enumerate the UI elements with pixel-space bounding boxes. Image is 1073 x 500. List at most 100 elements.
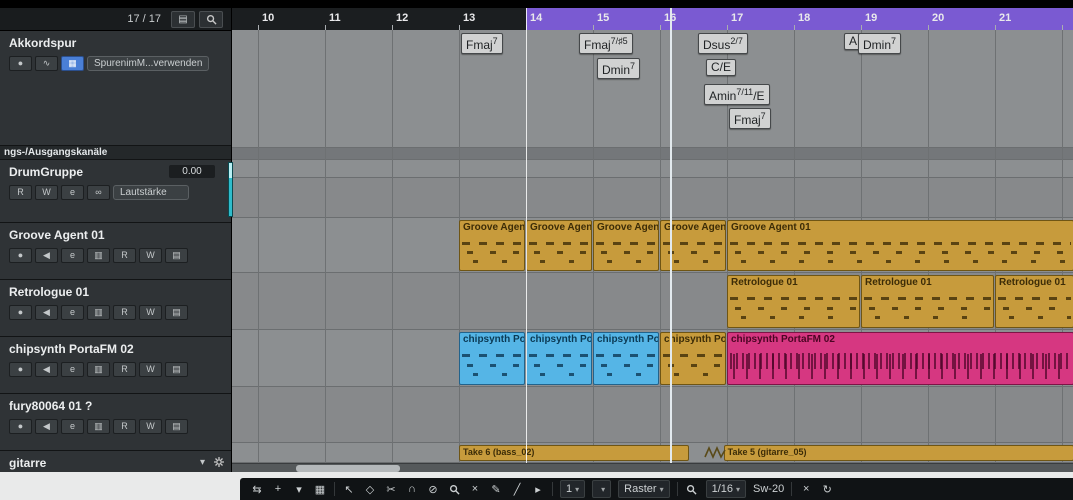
track-gitarre[interactable]: gitarre ▾ [0, 451, 231, 472]
track-groove-agent-01[interactable]: Groove Agent 01●◀e▥RW▤ [0, 223, 231, 280]
chord-event[interactable]: Fmaj7 [461, 33, 503, 54]
mute-tool[interactable]: × [468, 481, 482, 497]
clip-chipsynth[interactable]: chipsynth PortaFM 02 [727, 332, 1073, 385]
instrument-icon[interactable]: ▤ [165, 362, 188, 377]
timeline-ruler[interactable]: 101112131415161718192021 [232, 8, 1073, 31]
clip-groove-agent[interactable]: Groove Agen [593, 220, 659, 271]
auto-scroll-icon[interactable]: ⇆ [250, 481, 264, 497]
clip-retrologue[interactable]: Retrologue 01 [861, 275, 994, 328]
clip-retrologue[interactable]: Retrologue 01 [995, 275, 1073, 328]
monitor-button[interactable]: ◀ [35, 248, 58, 263]
zoom-tool[interactable] [447, 481, 461, 497]
gear-icon[interactable] [213, 456, 225, 468]
track-search-button[interactable] [199, 11, 223, 28]
group-x-button[interactable]: ∞ [87, 185, 110, 200]
io-divider-lane[interactable] [232, 148, 1073, 160]
clip-chipsynth[interactable]: chipsynth Po [593, 332, 659, 385]
meter-icon[interactable]: ▥ [87, 362, 110, 377]
chord-event[interactable]: Fmaj7/♯5 [579, 33, 633, 54]
instrument-icon[interactable]: ▤ [165, 305, 188, 320]
caret-icon[interactable]: ▾ [292, 481, 306, 497]
chord-event[interactable]: Fmaj7 [729, 108, 771, 129]
drumgruppe-lane[interactable] [232, 178, 1073, 218]
io-channels-divider[interactable]: ngs-/Ausgangskanäle [0, 146, 231, 160]
refresh-icon[interactable]: ↻ [820, 481, 834, 497]
clip-chipsynth[interactable]: chipsynth Po [459, 332, 525, 385]
chord-pads-icon[interactable]: ▦ [61, 56, 84, 71]
group-lane-top[interactable] [232, 160, 1073, 178]
clip-groove-agent[interactable]: Groove Agen [526, 220, 592, 271]
erase-tool[interactable]: ⊘ [426, 481, 440, 497]
clip-groove-agent[interactable]: Groove Agent 01 [727, 220, 1073, 271]
edit-channel-button[interactable]: e [61, 248, 84, 263]
clip-retrologue[interactable]: Retrologue 01 [727, 275, 860, 328]
monitor-button[interactable]: ◀ [35, 419, 58, 434]
track-retrologue-01[interactable]: Retrologue 01●◀e▥RW▤ [0, 280, 231, 337]
snap-type-menu[interactable]: ▾ [592, 480, 611, 498]
quantize-menu[interactable]: 1/16▾ [706, 480, 746, 498]
crosshair-icon[interactable]: + [271, 481, 285, 497]
chord-track-lane[interactable] [232, 30, 1073, 148]
volume-value[interactable]: 0.00 [169, 165, 215, 178]
scrollbar-thumb[interactable] [296, 465, 400, 472]
monitor-button[interactable]: ◀ [35, 362, 58, 377]
group-e-button[interactable]: e [61, 185, 84, 200]
instrument-icon[interactable]: ▤ [165, 248, 188, 263]
record-enable-button[interactable]: ● [9, 419, 32, 434]
read-automation-button[interactable]: R [113, 419, 136, 434]
write-automation-button[interactable]: W [139, 362, 162, 377]
chord-event[interactable]: Dsus2/7 [698, 33, 748, 54]
track-fury80064-01-[interactable]: fury80064 01 ?●◀e▥RW▤ [0, 394, 231, 451]
meter-icon[interactable]: ▥ [87, 419, 110, 434]
onscreen-keyboard-icon[interactable]: ▦ [313, 481, 327, 497]
group-w-button[interactable]: W [35, 185, 58, 200]
range-selection-tool[interactable]: ◇ [363, 481, 377, 497]
curve-icon[interactable]: ∿ [35, 56, 58, 71]
cycle-start-locator[interactable] [526, 8, 527, 463]
clip-gitarre[interactable]: Take 5 (gitarre_05) [724, 445, 1073, 461]
chord-event[interactable]: Dmin7 [858, 33, 901, 54]
close-icon[interactable]: × [799, 481, 813, 497]
clip-groove-agent[interactable]: Groove Agen [459, 220, 525, 271]
read-automation-button[interactable]: R [113, 362, 136, 377]
write-automation-button[interactable]: W [139, 248, 162, 263]
record-enable-button[interactable]: ● [9, 248, 32, 263]
use-monitored-tracks-button[interactable]: SpurenimM...verwenden [87, 56, 209, 71]
split-tool[interactable]: ✂ [384, 481, 398, 497]
record-enable-button[interactable]: ● [9, 305, 32, 320]
meter-icon[interactable]: ▥ [87, 248, 110, 263]
track-akkordspur[interactable]: Akkordspur ● ∿ ▦ SpurenimM...verwenden [0, 31, 231, 146]
clip-gitarre[interactable]: Take 6 (bass_02) [459, 445, 689, 461]
edit-channel-button[interactable]: e [61, 305, 84, 320]
edit-channel-button[interactable]: e [61, 362, 84, 377]
playhead[interactable] [670, 8, 672, 463]
play-tool[interactable]: ▸ [531, 481, 545, 497]
monitor-button[interactable]: ◀ [35, 305, 58, 320]
track-drumgruppe[interactable]: DrumGruppe 0.00 RWe∞Lautstärke [0, 160, 231, 223]
meter-icon[interactable]: ▥ [87, 305, 110, 320]
draw-tool[interactable]: ✎ [489, 481, 503, 497]
read-automation-button[interactable]: R [113, 305, 136, 320]
chord-event[interactable]: Dmin7 [597, 58, 640, 79]
chord-event[interactable]: Amin7/11/E [704, 84, 770, 105]
line-tool[interactable]: ╱ [510, 481, 524, 497]
color-menu[interactable]: 1▾ [560, 480, 585, 498]
track-chipsynth-portafm-02[interactable]: chipsynth PortaFM 02●◀e▥RW▤ [0, 337, 231, 394]
clip-chipsynth[interactable]: chipsynth Po [526, 332, 592, 385]
grid-type-menu[interactable]: Raster▾ [618, 480, 669, 498]
edit-channel-button[interactable]: e [61, 419, 84, 434]
fader-parameter-label[interactable]: Lautstärke [113, 185, 189, 200]
collapse-chevron-icon[interactable]: ▾ [200, 457, 205, 468]
record-enable-button[interactable]: ● [9, 362, 32, 377]
read-automation-button[interactable]: R [113, 248, 136, 263]
write-automation-button[interactable]: W [139, 419, 162, 434]
record-enable-button[interactable]: ● [9, 56, 32, 71]
chord-event[interactable]: C/E [706, 59, 736, 76]
glue-tool[interactable]: ∩ [405, 481, 419, 497]
group-r-button[interactable]: R [9, 185, 32, 200]
fury-lane[interactable] [232, 387, 1073, 443]
write-automation-button[interactable]: W [139, 305, 162, 320]
object-selection-tool[interactable]: ↖ [342, 481, 356, 497]
track-list-menu-button[interactable]: ▤ [171, 11, 195, 28]
zoom-icon[interactable] [685, 481, 699, 497]
